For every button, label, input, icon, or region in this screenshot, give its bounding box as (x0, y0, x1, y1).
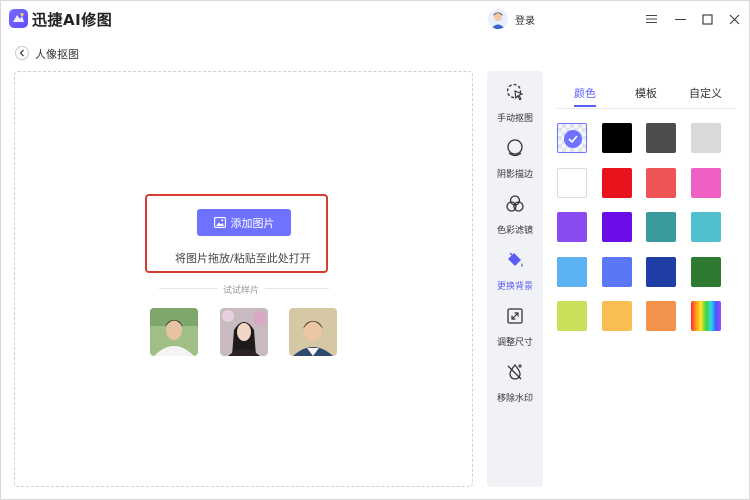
chevron-left-icon (19, 49, 24, 57)
color-swatch[interactable] (690, 212, 721, 242)
app-logo-icon (9, 9, 28, 28)
tab-color[interactable]: 颜色 (574, 85, 596, 101)
custom-color-swatch[interactable] (690, 301, 721, 331)
tool-sidebar: 手动抠图 阴影描边 色彩滤镜 更换背景 调整尺寸 移除水印 (487, 71, 543, 487)
tool-resize[interactable]: 调整尺寸 (487, 306, 543, 348)
tool-label: 手动抠图 (496, 114, 533, 124)
color-swatch[interactable] (601, 256, 632, 287)
color-swatch[interactable] (690, 167, 721, 198)
active-tab-indicator (574, 105, 596, 107)
color-swatch[interactable] (601, 123, 632, 153)
user-avatar[interactable] (488, 9, 508, 29)
minimize-button[interactable] (671, 10, 689, 28)
close-button[interactable] (725, 10, 743, 28)
color-swatch[interactable] (557, 301, 587, 331)
color-swatch[interactable] (646, 123, 676, 153)
tool-label: 更换背景 (496, 282, 533, 292)
color-swatch[interactable] (601, 301, 632, 331)
tool-remove-watermark[interactable]: 移除水印 (487, 362, 543, 404)
image-icon (213, 217, 226, 228)
drop-hint: 将图片拖放/粘贴至此处打开 (175, 252, 311, 265)
minimize-icon (674, 19, 686, 20)
hamburger-icon (645, 15, 657, 23)
app-title: 迅捷AI修图 (32, 11, 113, 29)
tool-label: 移除水印 (496, 394, 533, 404)
tab-template[interactable]: 模板 (635, 85, 657, 101)
color-swatch[interactable] (690, 123, 721, 153)
tool-shadow-outline[interactable]: 阴影描边 (487, 138, 543, 180)
color-filter-icon (506, 195, 524, 212)
color-swatch[interactable] (557, 256, 587, 287)
tool-change-background[interactable]: 更换背景 (487, 250, 543, 292)
maximize-button[interactable] (698, 10, 716, 28)
tool-label: 色彩滤镜 (496, 226, 533, 236)
close-icon (729, 14, 739, 24)
tab-custom[interactable]: 自定义 (689, 85, 722, 101)
color-swatch[interactable] (646, 301, 676, 331)
maximize-icon (701, 13, 713, 25)
tool-manual-cutout[interactable]: 手动抠图 (487, 82, 543, 124)
sample-image-kid[interactable] (289, 308, 337, 356)
tool-color-filter[interactable]: 色彩滤镜 (487, 194, 543, 236)
title-bar: 迅捷AI修图 登录 (1, 1, 749, 37)
color-swatch[interactable] (601, 212, 632, 242)
add-image-button[interactable]: 添加图片 (197, 209, 291, 236)
login-link[interactable]: 登录 (515, 12, 535, 27)
color-swatch[interactable] (690, 256, 721, 287)
page-title: 人像抠图 (35, 48, 79, 61)
color-swatch[interactable] (557, 167, 587, 198)
sample-image-girl[interactable] (220, 308, 268, 356)
back-button[interactable] (15, 46, 29, 60)
color-swatch[interactable] (601, 167, 632, 198)
add-image-label: 添加图片 (230, 216, 275, 230)
color-swatch[interactable] (557, 212, 587, 242)
menu-button[interactable] (642, 10, 660, 28)
color-swatch[interactable] (646, 256, 676, 287)
tool-label: 阴影描边 (496, 170, 533, 180)
color-swatch[interactable] (646, 167, 676, 198)
samples-label: 试试样片 (217, 283, 266, 296)
selected-check-icon (564, 130, 582, 148)
app-window: 迅捷AI修图 登录 人像抠图 添加图片 将图片拖放/粘贴至此处打开 试试样片 手… (0, 0, 750, 500)
resize-icon (507, 308, 523, 324)
cursor-select-icon (506, 83, 524, 101)
transparent-swatch[interactable] (557, 123, 587, 153)
tool-label: 调整尺寸 (496, 338, 533, 348)
color-swatch[interactable] (646, 212, 676, 242)
image-drop-zone[interactable] (14, 71, 473, 487)
remove-watermark-icon (507, 363, 522, 380)
shadow-outline-icon (507, 139, 523, 157)
paint-bucket-icon (508, 252, 523, 267)
sample-image-boy[interactable] (150, 308, 198, 356)
